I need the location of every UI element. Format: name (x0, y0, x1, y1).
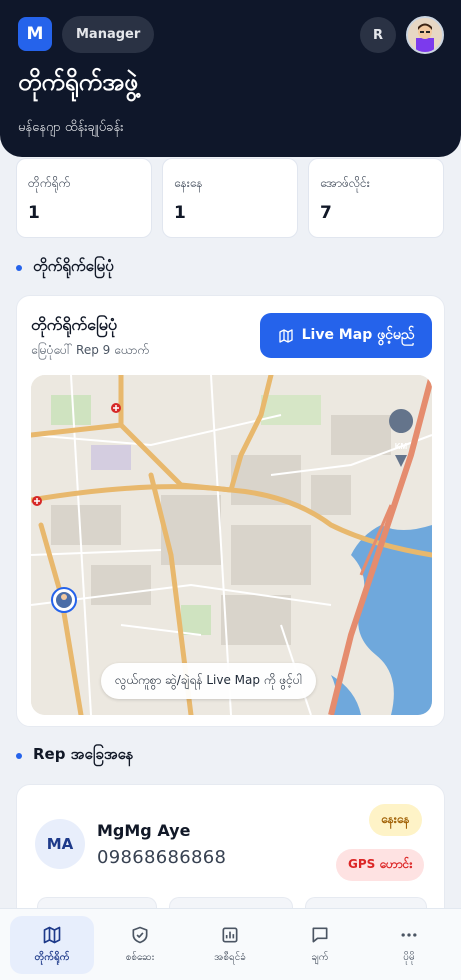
map-icon (278, 328, 293, 343)
stat-label: နေးနေ (174, 176, 203, 190)
rep-phone[interactable]: 09868686868 (97, 847, 226, 868)
rep-card[interactable]: MA MgMg Aye 09868686868 နေးနေ GPS ဟောင်း (16, 784, 445, 925)
nav-tab-chat[interactable]: ချက် (278, 916, 362, 974)
app-logo: M (18, 17, 52, 51)
bullet-dot-icon (16, 265, 22, 271)
section-heading-text: တိုက်ရိုက်မြေပုံ (33, 257, 114, 275)
stat-value: 1 (174, 203, 186, 223)
stat-label: တိုက်ရိုက် (28, 176, 71, 190)
nav-tab-check[interactable]: စစ်ဆေး (98, 916, 182, 974)
rep-status-badge: နေးနေ (369, 804, 422, 836)
stat-label: အောဖ်လိုင်း (320, 176, 370, 190)
user-initial-button[interactable]: R (360, 17, 396, 53)
map-preview[interactable]: KM လွယ်ကူစွာ ဆွဲ/ချဲရန် Live Map ကို ဖွင… (31, 375, 432, 715)
live-map-card: တိုက်ရိုက်မြေပုံ မြေပုံပေါ် Rep 9 ယောက် … (16, 295, 445, 727)
rep-avatar: MA (35, 819, 85, 869)
map-hint-pill: လွယ်ကူစွာ ဆွဲ/ချဲရန် Live Map ကို ဖွင့်ပ… (101, 663, 316, 699)
bottom-nav: တိုက်ရိုက် စစ်ဆေး အစီရင်ခံ ချက် ပိုမို (0, 908, 461, 980)
section-heading-live-map: တိုက်ရိုက်မြေပုံ (16, 256, 114, 280)
more-icon (401, 933, 417, 937)
section-heading-rep-status: Rep အခြေအနေ (16, 744, 134, 768)
rep-gps-badge: GPS ဟောင်း (336, 849, 425, 881)
chat-icon (312, 927, 328, 943)
map-card-subtitle: မြေပုံပေါ် Rep 9 ယောက် (31, 343, 149, 357)
nav-tab-more[interactable]: ပိုမို (367, 916, 451, 974)
profile-avatar[interactable] (406, 16, 444, 54)
section-heading-text: Rep အခြေအနေ (33, 745, 134, 763)
open-live-map-button[interactable]: Live Map ဖွင့်မည် (260, 313, 432, 358)
km-marker-label: KM (395, 442, 408, 451)
nav-label: ချက် (311, 952, 329, 963)
stat-card-offline[interactable]: အောဖ်လိုင်း 7 (308, 158, 444, 238)
nav-tab-report[interactable]: အစီရင်ခံ (188, 916, 272, 974)
nav-label: စစ်ဆေး (125, 952, 155, 963)
stat-value: 7 (320, 203, 332, 223)
page-title: တိုက်ရိုက်အဖွဲ့ (18, 68, 138, 96)
map-card-title: တိုက်ရိုက်မြေပုံ (31, 315, 118, 334)
nav-label: တိုက်ရိုက် (34, 952, 70, 963)
open-live-map-label: Live Map ဖွင့်မည် (301, 327, 415, 343)
stat-value: 1 (28, 203, 40, 223)
bullet-dot-icon (16, 753, 22, 759)
nav-label: ပိုမို (403, 952, 415, 963)
chart-icon (222, 927, 238, 943)
nav-tab-live[interactable]: တိုက်ရိုက် (10, 916, 94, 974)
stat-card-slow[interactable]: နေးနေ 1 (162, 158, 298, 238)
map-icon (43, 926, 61, 944)
role-badge[interactable]: Manager (62, 16, 155, 53)
app-header: M Manager R တိုက်ရိုက်အဖွဲ့ မန်နေဂျာ ထိန… (0, 0, 461, 157)
stat-card-live[interactable]: တိုက်ရိုက် 1 (16, 158, 152, 238)
nav-label: အစီရင်ခံ (214, 952, 246, 963)
shield-check-icon (132, 926, 148, 944)
rep-name: MgMg Aye (97, 821, 191, 840)
page-subtitle: မန်နေဂျာ ထိန်းချုပ်ခန်း (18, 120, 124, 135)
